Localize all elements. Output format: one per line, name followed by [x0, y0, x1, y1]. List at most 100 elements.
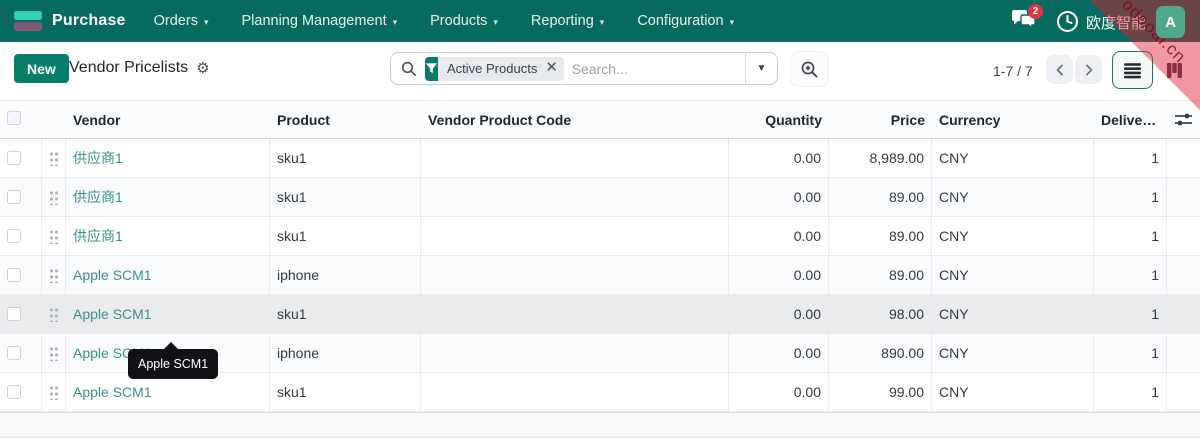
- vendor-product-code-cell[interactable]: [421, 217, 729, 255]
- activities-clock-icon[interactable]: [1056, 10, 1079, 33]
- delivery-cell[interactable]: 1: [1094, 295, 1167, 333]
- vendor-cell[interactable]: 供应商1: [73, 226, 123, 246]
- delivery-cell[interactable]: 1: [1094, 373, 1167, 411]
- column-header-vendor[interactable]: Vendor: [66, 112, 270, 128]
- table-row[interactable]: Apple SCM1 sku1 0.00 98.00 CNY 1: [0, 295, 1200, 334]
- vendor-cell[interactable]: Apple SCM1: [73, 384, 152, 400]
- table-row[interactable]: 供应商1 sku1 0.00 89.00 CNY 1: [0, 217, 1200, 256]
- vendor-product-code-cell[interactable]: [421, 295, 729, 333]
- chevron-down-icon: ▾: [730, 15, 735, 28]
- messages-icon[interactable]: 2: [1010, 9, 1040, 33]
- product-cell[interactable]: iphone: [270, 334, 421, 372]
- app-logo-icon[interactable]: [14, 11, 42, 31]
- filter-funnel-icon[interactable]: [425, 57, 438, 81]
- select-all-checkbox[interactable]: [7, 111, 21, 125]
- drag-handle[interactable]: [42, 139, 66, 177]
- column-header-quantity[interactable]: Quantity: [729, 112, 829, 128]
- product-cell[interactable]: sku1: [270, 139, 421, 177]
- drag-handle[interactable]: [42, 256, 66, 294]
- currency-cell[interactable]: CNY: [932, 373, 1094, 411]
- row-checkbox[interactable]: [7, 346, 21, 360]
- quantity-cell[interactable]: 0.00: [729, 178, 829, 216]
- delivery-cell[interactable]: 1: [1094, 334, 1167, 372]
- drag-handle[interactable]: [42, 373, 66, 411]
- currency-cell[interactable]: CNY: [932, 139, 1094, 177]
- row-checkbox[interactable]: [7, 151, 21, 165]
- zoom-in-button[interactable]: [791, 52, 828, 86]
- drag-handle[interactable]: [42, 295, 66, 333]
- table-row[interactable]: 供应商1 sku1 0.00 89.00 CNY 1: [0, 178, 1200, 217]
- currency-cell[interactable]: CNY: [932, 178, 1094, 216]
- vendor-product-code-cell[interactable]: [421, 334, 729, 372]
- row-checkbox[interactable]: [7, 190, 21, 204]
- drag-handle[interactable]: [42, 334, 66, 372]
- kanban-view-button[interactable]: [1154, 51, 1195, 89]
- drag-handle[interactable]: [42, 217, 66, 255]
- optional-columns-toggle-icon[interactable]: [1174, 112, 1193, 127]
- price-cell[interactable]: 98.00: [829, 295, 932, 333]
- drag-handle[interactable]: [42, 178, 66, 216]
- menu-orders[interactable]: Orders▾: [154, 13, 209, 29]
- table-row[interactable]: 供应商1 sku1 0.00 8,989.00 CNY 1: [0, 139, 1200, 178]
- delivery-cell[interactable]: 1: [1094, 217, 1167, 255]
- row-checkbox[interactable]: [7, 307, 21, 321]
- row-checkbox[interactable]: [7, 229, 21, 243]
- search-input[interactable]: [564, 61, 745, 77]
- search-bar[interactable]: Active Products ✕ ▼: [390, 52, 778, 85]
- quantity-cell[interactable]: 0.00: [729, 139, 829, 177]
- product-cell[interactable]: sku1: [270, 295, 421, 333]
- quantity-cell[interactable]: 0.00: [729, 256, 829, 294]
- vendor-product-code-cell[interactable]: [421, 256, 729, 294]
- delivery-cell[interactable]: 1: [1094, 139, 1167, 177]
- product-cell[interactable]: sku1: [270, 373, 421, 411]
- vendor-product-code-cell[interactable]: [421, 139, 729, 177]
- vendor-cell[interactable]: 供应商1: [73, 148, 123, 168]
- row-checkbox[interactable]: [7, 268, 21, 282]
- app-name[interactable]: Purchase: [52, 12, 126, 30]
- menu-configuration[interactable]: Configuration▾: [637, 13, 734, 29]
- vendor-cell[interactable]: 供应商1: [73, 187, 123, 207]
- vendor-product-code-cell[interactable]: [421, 178, 729, 216]
- column-header-currency[interactable]: Currency: [932, 112, 1094, 128]
- price-cell[interactable]: 89.00: [829, 178, 932, 216]
- delivery-cell[interactable]: 1: [1094, 178, 1167, 216]
- product-cell[interactable]: sku1: [270, 217, 421, 255]
- search-options-chevron-icon[interactable]: ▼: [745, 53, 777, 84]
- column-header-delivery[interactable]: Delivery ...: [1094, 112, 1167, 128]
- view-settings-gear-icon[interactable]: ⚙: [196, 59, 209, 77]
- table-row[interactable]: Apple SCM1 iphone 0.00 89.00 CNY 1: [0, 256, 1200, 295]
- menu-reporting[interactable]: Reporting▾: [531, 13, 604, 29]
- currency-cell[interactable]: CNY: [932, 217, 1094, 255]
- delivery-cell[interactable]: 1: [1094, 256, 1167, 294]
- vendor-cell[interactable]: Apple SCM1: [73, 267, 152, 283]
- vendor-cell[interactable]: Apple SCM1: [73, 306, 152, 322]
- pager-previous-button[interactable]: [1046, 55, 1073, 84]
- column-header-price[interactable]: Price: [829, 112, 932, 128]
- price-cell[interactable]: 890.00: [829, 334, 932, 372]
- menu-products[interactable]: Products▾: [430, 13, 498, 29]
- product-cell[interactable]: iphone: [270, 256, 421, 294]
- column-header-product[interactable]: Product: [270, 112, 421, 128]
- currency-cell[interactable]: CNY: [932, 334, 1094, 372]
- price-cell[interactable]: 89.00: [829, 217, 932, 255]
- column-header-vendor-product-code[interactable]: Vendor Product Code: [421, 112, 729, 128]
- price-cell[interactable]: 8,989.00: [829, 139, 932, 177]
- price-cell[interactable]: 99.00: [829, 373, 932, 411]
- quantity-cell[interactable]: 0.00: [729, 334, 829, 372]
- menu-planning-management[interactable]: Planning Management▾: [242, 13, 398, 29]
- product-cell[interactable]: sku1: [270, 178, 421, 216]
- quantity-cell[interactable]: 0.00: [729, 217, 829, 255]
- row-checkbox[interactable]: [7, 385, 21, 399]
- quantity-cell[interactable]: 0.00: [729, 373, 829, 411]
- list-view-button[interactable]: [1112, 51, 1153, 89]
- facet-remove-icon[interactable]: ✕: [544, 60, 563, 77]
- currency-cell[interactable]: CNY: [932, 295, 1094, 333]
- vendor-product-code-cell[interactable]: [421, 373, 729, 411]
- quantity-cell[interactable]: 0.00: [729, 295, 829, 333]
- price-cell[interactable]: 89.00: [829, 256, 932, 294]
- pager-next-button[interactable]: [1075, 55, 1102, 84]
- currency-cell[interactable]: CNY: [932, 256, 1094, 294]
- user-avatar[interactable]: A: [1156, 6, 1185, 38]
- company-menu[interactable]: 欧度智能: [1086, 12, 1146, 33]
- new-button[interactable]: New: [14, 54, 69, 83]
